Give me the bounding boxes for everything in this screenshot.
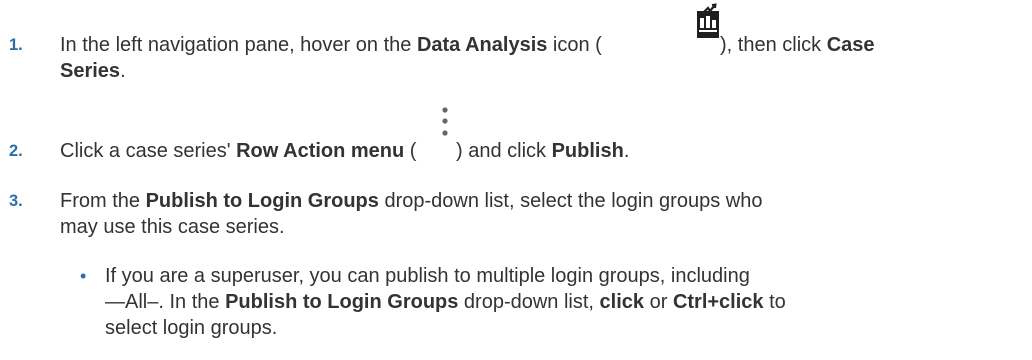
ui-term: Ctrl+click (672, 291, 764, 313)
step-number: 1. (9, 36, 23, 54)
ui-term: Publish to Login Groups (225, 291, 459, 313)
ui-term: Series (60, 60, 121, 82)
bullet-glyph: • (80, 266, 87, 286)
step-number: 3. (9, 192, 23, 210)
ui-term: Data Analysis (416, 34, 548, 56)
ui-term: Publish (551, 140, 624, 162)
ui-term: Case (826, 34, 875, 56)
data-analysis-icon (696, 2, 720, 45)
ui-term: Row Action menu (236, 140, 405, 162)
ui-term: click (599, 291, 645, 313)
step-number: 2. (9, 142, 23, 160)
more-vertical-icon (432, 102, 458, 173)
ui-term: Publish to Login Groups (145, 190, 379, 212)
